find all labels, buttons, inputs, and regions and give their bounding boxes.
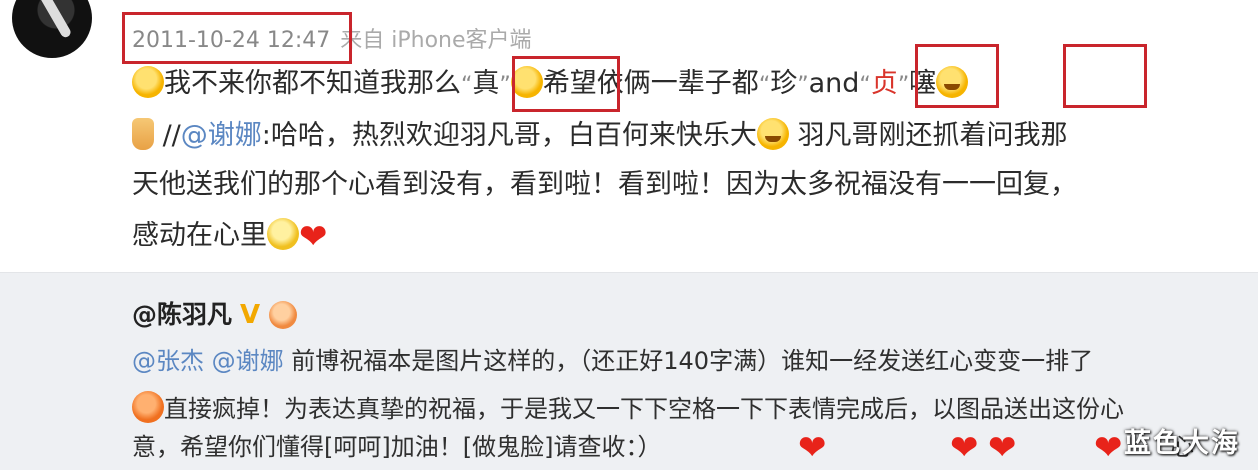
heart-icon: ❤ (1094, 428, 1123, 468)
highlight-char-zhen3: 贞 (870, 68, 898, 99)
post-line-4: 感动在心里 ❤ (132, 217, 328, 257)
grin-emoji-icon (936, 66, 969, 98)
scream-emoji-icon (132, 391, 164, 423)
smile-emoji-icon (132, 66, 164, 98)
author-name[interactable]: @陈羽凡 (132, 300, 232, 329)
watermark: 蓝色大海 (1124, 428, 1240, 459)
post-line-3: 天他送我们的那个心看到没有，看到啦！看到啦！因为太多祝福没有一一回复， (132, 169, 1077, 200)
smile-emoji-icon (510, 66, 543, 98)
heart-icon: ❤ (299, 217, 328, 257)
grin-emoji-icon (756, 118, 789, 150)
heart-icon: ❤ (950, 428, 979, 468)
cry-emoji-icon (267, 218, 299, 250)
reply-author: @陈羽凡 V (132, 295, 297, 331)
post-line-1: 我不来你都不知道我那么“真” 希望依俩一辈子都“珍”and“贞”噻 (132, 66, 969, 103)
repost-block: @陈羽凡 V @张杰 @谢娜 前博祝福本是图片这样的，（还正好140字满）谁知一经… (0, 272, 1258, 470)
post-text: 我不来你都不知道我那么 (164, 68, 461, 99)
and-text: and (808, 68, 860, 99)
highlight-char-zhen: 真 (472, 68, 500, 99)
highlight-box-zhen3 (1063, 44, 1147, 108)
avatar[interactable] (12, 0, 92, 58)
reply-line-2: 直接疯掉！为表达真挚的祝福，于是我又一下下空格一下下表情完成后，以图品送出这份心 (132, 391, 1124, 425)
weibo-post: 2011-10-24 12:47 来自 iPhone客户端 我不来你都不知道我那么… (0, 0, 1258, 272)
post-timestamp[interactable]: 2011-10-24 12:47 (132, 28, 330, 53)
post-text: 噻 (909, 68, 937, 99)
heart-icon: ❤ (798, 428, 827, 468)
post-text: 希望依俩一辈子都 (542, 68, 759, 99)
post-meta: 2011-10-24 12:47 来自 iPhone客户端 (132, 22, 532, 54)
reply-line-3: 意，希望你们懂得[呵呵]加油！[做鬼脸]请查收：） ❤ ❤ ❤ ❤ 心 (132, 428, 1194, 468)
reply-line-1: @张杰 @谢娜 前博祝福本是图片这样的，（还正好140字满）谁知一经发送红心变变… (132, 347, 1094, 375)
highlight-char-zhen2: 珍 (770, 68, 798, 99)
post-source[interactable]: 来自 iPhone客户端 (340, 28, 531, 53)
reply-mentions[interactable]: @张杰 @谢娜 (132, 347, 284, 375)
mention-xiena[interactable]: @谢娜 (181, 120, 262, 151)
post-line-2: //@谢娜:哈哈，热烈欢迎羽凡哥，白百何来快乐大 羽凡哥刚还抓着问我那 (132, 118, 1067, 153)
thumbs-up-icon (132, 118, 154, 150)
laugh-emoji-icon (268, 301, 297, 329)
verified-badge-icon: V (240, 300, 261, 330)
heart-icon: ❤ (988, 428, 1017, 468)
